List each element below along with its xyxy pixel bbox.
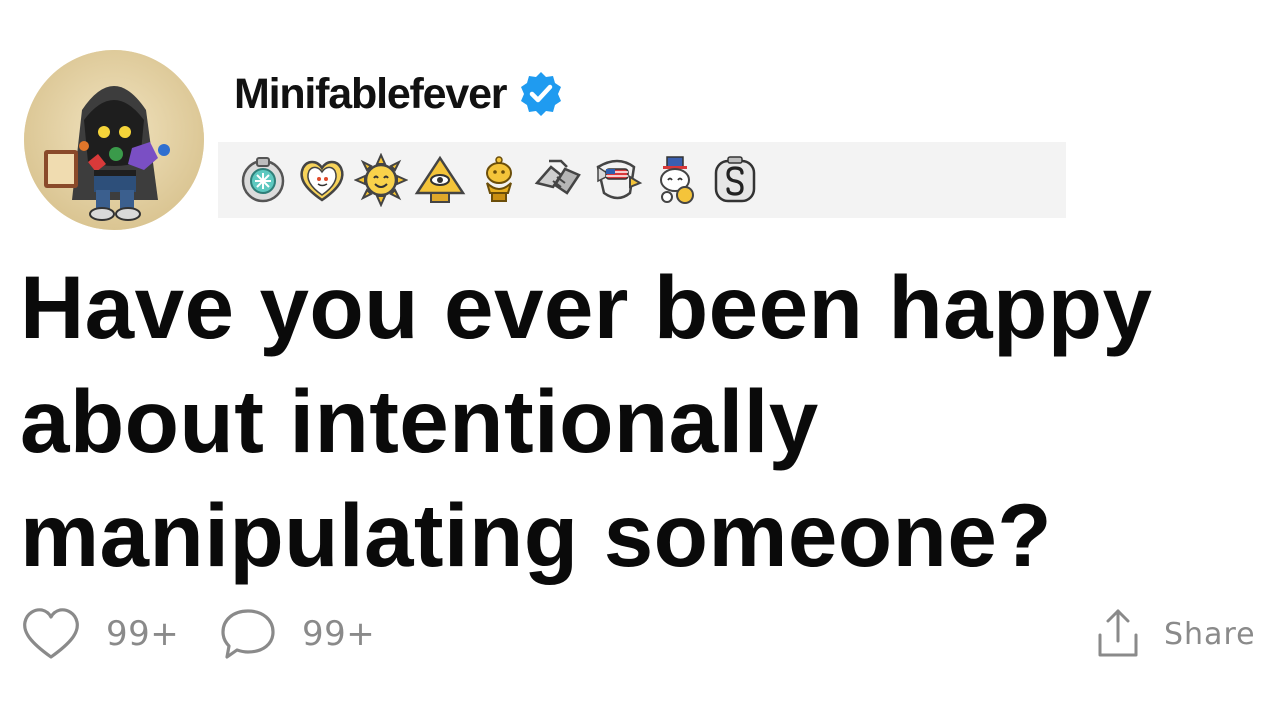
gold-trophy-snoo-award-icon[interactable] <box>472 153 526 207</box>
share-upload-icon <box>1094 607 1142 661</box>
post-actions: 99+ 99+ Share <box>0 604 1280 664</box>
verified-badge-icon <box>516 69 566 119</box>
author-row: Minifablefever <box>234 66 566 122</box>
post-card: Minifablefever Have you ever been happy … <box>0 0 1280 720</box>
snoo-sheriff-award-icon[interactable] <box>649 153 703 207</box>
s-coin-award-icon[interactable] <box>708 153 762 207</box>
comment-count: 99+ <box>302 614 376 654</box>
like-count: 99+ <box>106 614 180 654</box>
share-label: Share <box>1164 616 1256 652</box>
comment-button[interactable]: 99+ <box>218 604 375 664</box>
comment-bubble-icon <box>218 606 278 662</box>
silver-medal-award-icon[interactable] <box>236 153 290 207</box>
sun-face-award-icon[interactable] <box>354 153 408 207</box>
handshake-award-icon[interactable] <box>531 153 585 207</box>
post-title: Have you ever been happy about intention… <box>20 257 1153 585</box>
avatar[interactable] <box>24 50 204 230</box>
hooded-character-avatar-icon <box>24 50 204 230</box>
pyramid-eye-award-icon[interactable] <box>413 153 467 207</box>
eagle-award-icon[interactable] <box>590 153 644 207</box>
awards-strip <box>218 142 1066 218</box>
share-button[interactable]: Share <box>1094 604 1256 664</box>
username[interactable]: Minifablefever <box>234 72 508 116</box>
like-button[interactable]: 99+ <box>20 604 179 664</box>
heart-snoo-award-icon[interactable] <box>295 153 349 207</box>
heart-icon <box>20 607 82 661</box>
